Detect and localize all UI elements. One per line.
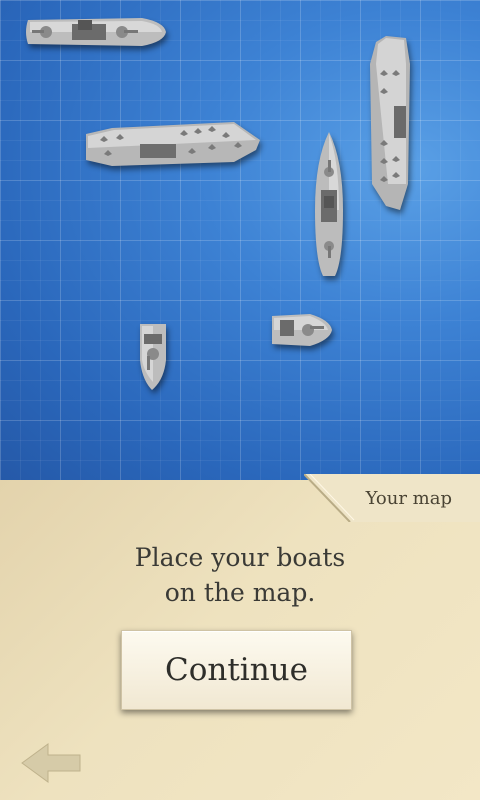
patrol-boat-vertical[interactable]	[136, 320, 170, 392]
your-map-label: Your map	[365, 488, 452, 509]
instruction-text: Place your boats on the map.	[0, 540, 480, 610]
instruction-line-1: Place your boats	[134, 543, 346, 572]
cruiser-boat[interactable]	[309, 130, 349, 280]
aircraft-carrier-vertical-boat[interactable]	[366, 34, 414, 212]
aircraft-carrier-boat[interactable]	[84, 118, 264, 172]
instruction-line-2: on the map.	[164, 578, 316, 607]
battleship-boat[interactable]	[24, 12, 168, 52]
continue-button[interactable]: Continue	[121, 630, 352, 710]
patrol-boat-horizontal[interactable]	[270, 310, 334, 350]
game-map[interactable]	[0, 0, 480, 480]
back-arrow-icon[interactable]	[18, 740, 84, 786]
